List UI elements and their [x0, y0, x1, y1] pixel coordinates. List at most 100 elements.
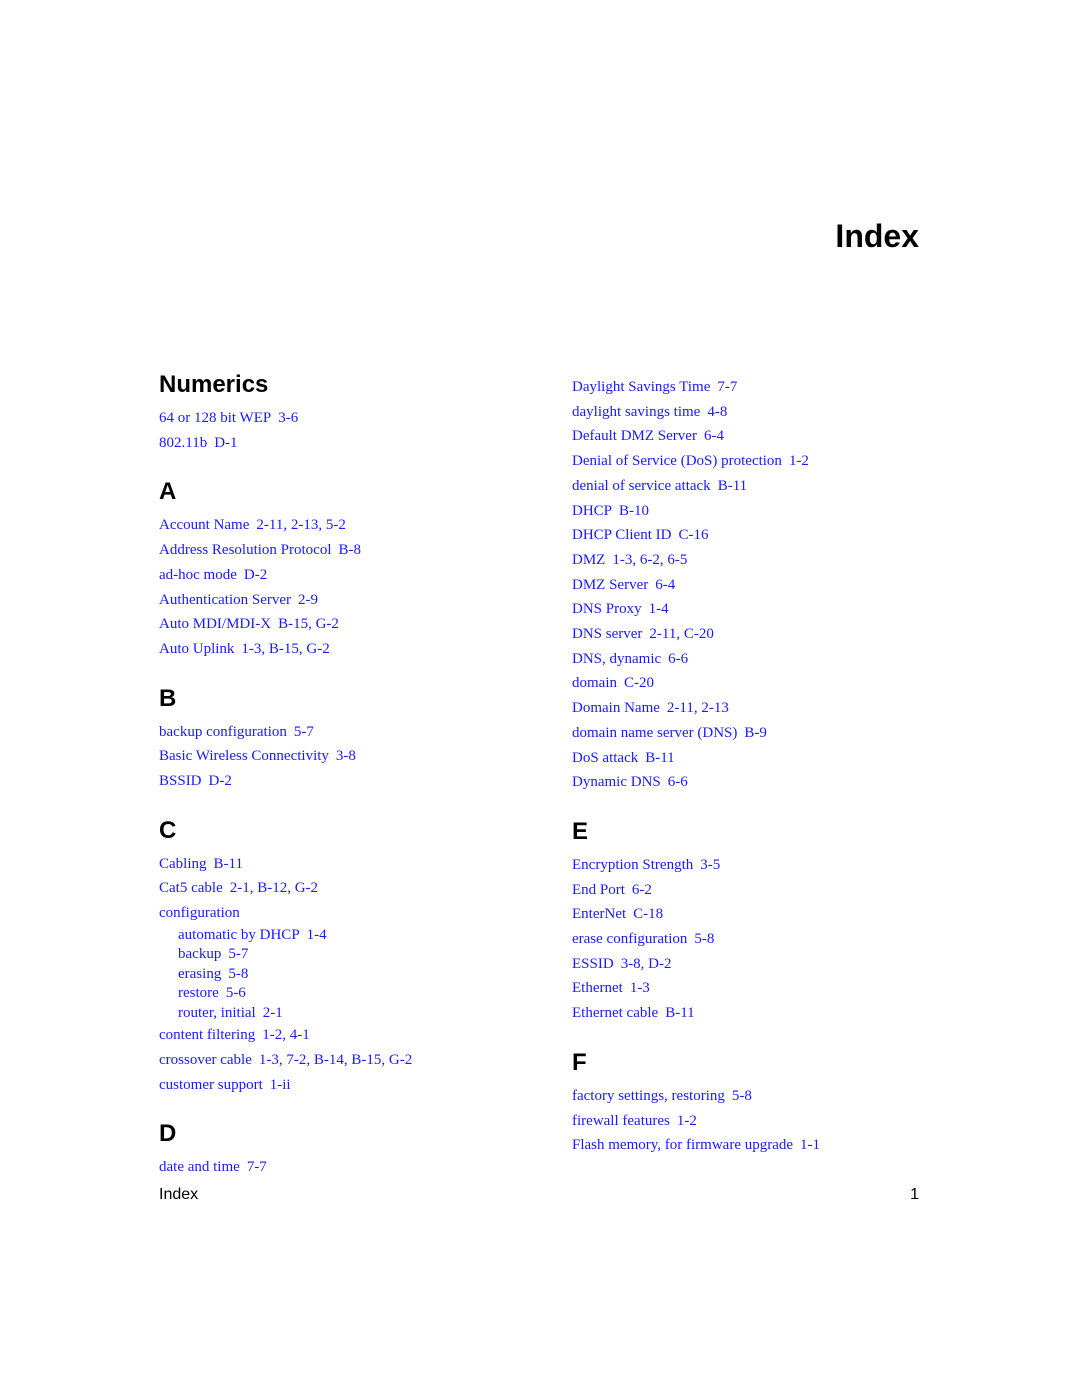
index-entry[interactable]: ESSID 3-8, D-2: [572, 952, 972, 977]
index-subentry[interactable]: router, initial 2-1: [159, 1004, 559, 1024]
entry-term: daylight savings time: [572, 403, 701, 420]
index-entry[interactable]: Cat5 cable 2-1, B-12, G-2: [159, 876, 559, 901]
entry-term: Account Name: [159, 517, 250, 534]
entry-pages: 1-3, B-15, G-2: [241, 640, 330, 657]
entry-term: Flash memory, for firmware upgrade: [572, 1137, 794, 1154]
entry-term: Cat5 cable: [159, 880, 223, 897]
index-subentry[interactable]: erasing 5-8: [159, 965, 559, 985]
index-entry[interactable]: 64 or 128 bit WEP 3-6: [159, 406, 559, 431]
index-section-d: Ddate and time 7-7: [159, 1119, 559, 1180]
entry-term: 802.11b: [159, 434, 208, 451]
section-heading: B: [159, 684, 177, 712]
entry-pages: 2-11, 2-13, 5-2: [256, 517, 346, 534]
entry-term: BSSID: [159, 773, 202, 790]
index-entry[interactable]: customer support 1-ii: [159, 1073, 559, 1098]
entry-list: backup configuration 5-7 Basic Wireless Co…: [159, 720, 559, 794]
subentry-term: erasing: [178, 965, 222, 982]
index-entry[interactable]: Ethernet cable B-11: [572, 1001, 972, 1026]
index-entry[interactable]: EnterNet C-18: [572, 902, 972, 927]
entry-term: date and time: [159, 1159, 240, 1176]
entry-term: ESSID: [572, 955, 614, 972]
index-entry[interactable]: DHCP B-10: [572, 499, 972, 524]
entry-term: 64 or 128 bit WEP: [159, 410, 272, 426]
entry-pages: 6-4: [703, 428, 724, 445]
index-section-b: Bbackup configuration 5-7 Basic Wireless C…: [159, 684, 559, 794]
index-entry[interactable]: Denial of Service (DoS) protection 1-2: [572, 449, 972, 474]
index-entry[interactable]: BSSID D-2: [159, 769, 559, 794]
index-entry[interactable]: Authentication Server 2-9: [159, 588, 559, 613]
index-entry[interactable]: Dynamic DNS 6-6: [572, 770, 972, 795]
entry-pages: 2-11, C-20: [649, 626, 714, 643]
entry-term: DNS, dynamic: [572, 650, 662, 667]
subentry-pages: 1-4: [306, 926, 327, 943]
entry-term: Auto MDI/MDI-X: [159, 616, 272, 633]
entry-pages: C-18: [633, 906, 664, 923]
entry-term: Cabling: [159, 855, 207, 872]
index-entry[interactable]: DNS, dynamic 6-6: [572, 647, 972, 672]
index-entry[interactable]: denial of service attack B-11: [572, 474, 972, 499]
entry-list: Daylight Savings Time 7-7 daylight savings…: [572, 375, 972, 795]
index-entry[interactable]: Auto Uplink 1-3, B-15, G-2: [159, 637, 559, 662]
entry-pages: B-11: [645, 749, 675, 766]
index-entry[interactable]: ad-hoc mode D-2: [159, 563, 559, 588]
entry-pages: 4-8: [707, 403, 728, 420]
section-heading: F: [572, 1048, 587, 1076]
index-entry[interactable]: DMZ Server 6-4: [572, 573, 972, 598]
index-entry[interactable]: DMZ 1-3, 6-2, 6-5: [572, 548, 972, 573]
index-entry[interactable]: Encryption Strength 3-5: [572, 853, 972, 878]
entry-term: Domain Name: [572, 700, 660, 717]
index-subentry[interactable]: restore 5-6: [159, 984, 559, 1004]
index-entry[interactable]: Domain Name 2-11, 2-13: [572, 696, 972, 721]
entry-pages: 3-5: [700, 856, 721, 873]
index-entry[interactable]: Account Name 2-11, 2-13, 5-2: [159, 513, 559, 538]
section-heading: Numerics: [159, 371, 269, 398]
index-entry[interactable]: Basic Wireless Connectivity 3-8: [159, 744, 559, 769]
index-entry[interactable]: DoS attack B-11: [572, 746, 972, 771]
entry-term: Default DMZ Server: [572, 428, 697, 445]
index-entry[interactable]: daylight savings time 4-8: [572, 400, 972, 425]
entry-pages: B-9: [744, 724, 767, 741]
index-entry[interactable]: factory settings, restoring 5-8: [572, 1084, 972, 1109]
index-entry[interactable]: domain name server (DNS) B-9: [572, 721, 972, 746]
index-entry[interactable]: Cabling B-11: [159, 852, 559, 877]
index-entry[interactable]: Ethernet 1-3: [572, 976, 972, 1001]
index-entry[interactable]: erase configuration 5-8: [572, 927, 972, 952]
entry-term: customer support: [159, 1076, 263, 1093]
index-entry[interactable]: Address Resolution Protocol B-8: [159, 538, 559, 563]
entry-pages: 5-8: [694, 931, 715, 948]
index-entry[interactable]: Daylight Savings Time 7-7: [572, 375, 972, 400]
index-entry[interactable]: DNS server 2-11, C-20: [572, 622, 972, 647]
subentry-pages: 5-6: [225, 985, 246, 1002]
index-column-left: Numerics 64 or 128 bit WEP 3-6 802.11b D-1 A A…: [159, 370, 559, 1202]
entry-pages: 1-3, 7-2, B-14, B-15, G-2: [258, 1052, 413, 1069]
index-entry[interactable]: Default DMZ Server 6-4: [572, 424, 972, 449]
index-entry[interactable]: Auto MDI/MDI-X B-15, G-2: [159, 612, 559, 637]
index-entry[interactable]: firewall features 1-2: [572, 1109, 972, 1134]
subentry-term: backup: [178, 946, 222, 963]
entry-pages: B-11: [213, 855, 243, 872]
index-entry[interactable]: domain C-20: [572, 671, 972, 696]
entry-term: firewall features: [572, 1112, 670, 1129]
index-entry[interactable]: DHCP Client ID C-16: [572, 523, 972, 548]
index-entry[interactable]: 802.11b D-1: [159, 431, 559, 456]
index-entry[interactable]: crossover cable 1-3, 7-2, B-14, B-15, G-2: [159, 1048, 559, 1073]
index-entry[interactable]: Flash memory, for firmware upgrade 1-1: [572, 1133, 972, 1158]
section-heading: C: [159, 816, 177, 844]
entry-pages: 5-7: [293, 723, 314, 740]
index-entry[interactable]: date and time 7-7: [159, 1155, 559, 1180]
entry-list: factory settings, restoring 5-8 firewall f…: [572, 1084, 972, 1158]
index-entry[interactable]: DNS Proxy 1-4: [572, 597, 972, 622]
index-entry[interactable]: content filtering 1-2, 4-1: [159, 1023, 559, 1048]
index-subentry[interactable]: backup 5-7: [159, 945, 559, 965]
entry-pages: 3-6: [278, 410, 299, 426]
index-section-numerics: Numerics 64 or 128 bit WEP 3-6 802.11b D-1: [159, 370, 559, 455]
entry-term: erase configuration: [572, 931, 688, 948]
index-subentry[interactable]: automatic by DHCP 1-4: [159, 926, 559, 946]
entry-pages: 3-8: [335, 748, 356, 765]
index-entry[interactable]: backup configuration 5-7: [159, 720, 559, 745]
subentry-pages: 2-1: [262, 1004, 283, 1021]
entry-term: Authentication Server: [159, 591, 292, 608]
entry-pages: 1-2: [788, 453, 809, 470]
index-entry[interactable]: End Port 6-2: [572, 878, 972, 903]
index-entry[interactable]: configuration: [159, 901, 559, 926]
